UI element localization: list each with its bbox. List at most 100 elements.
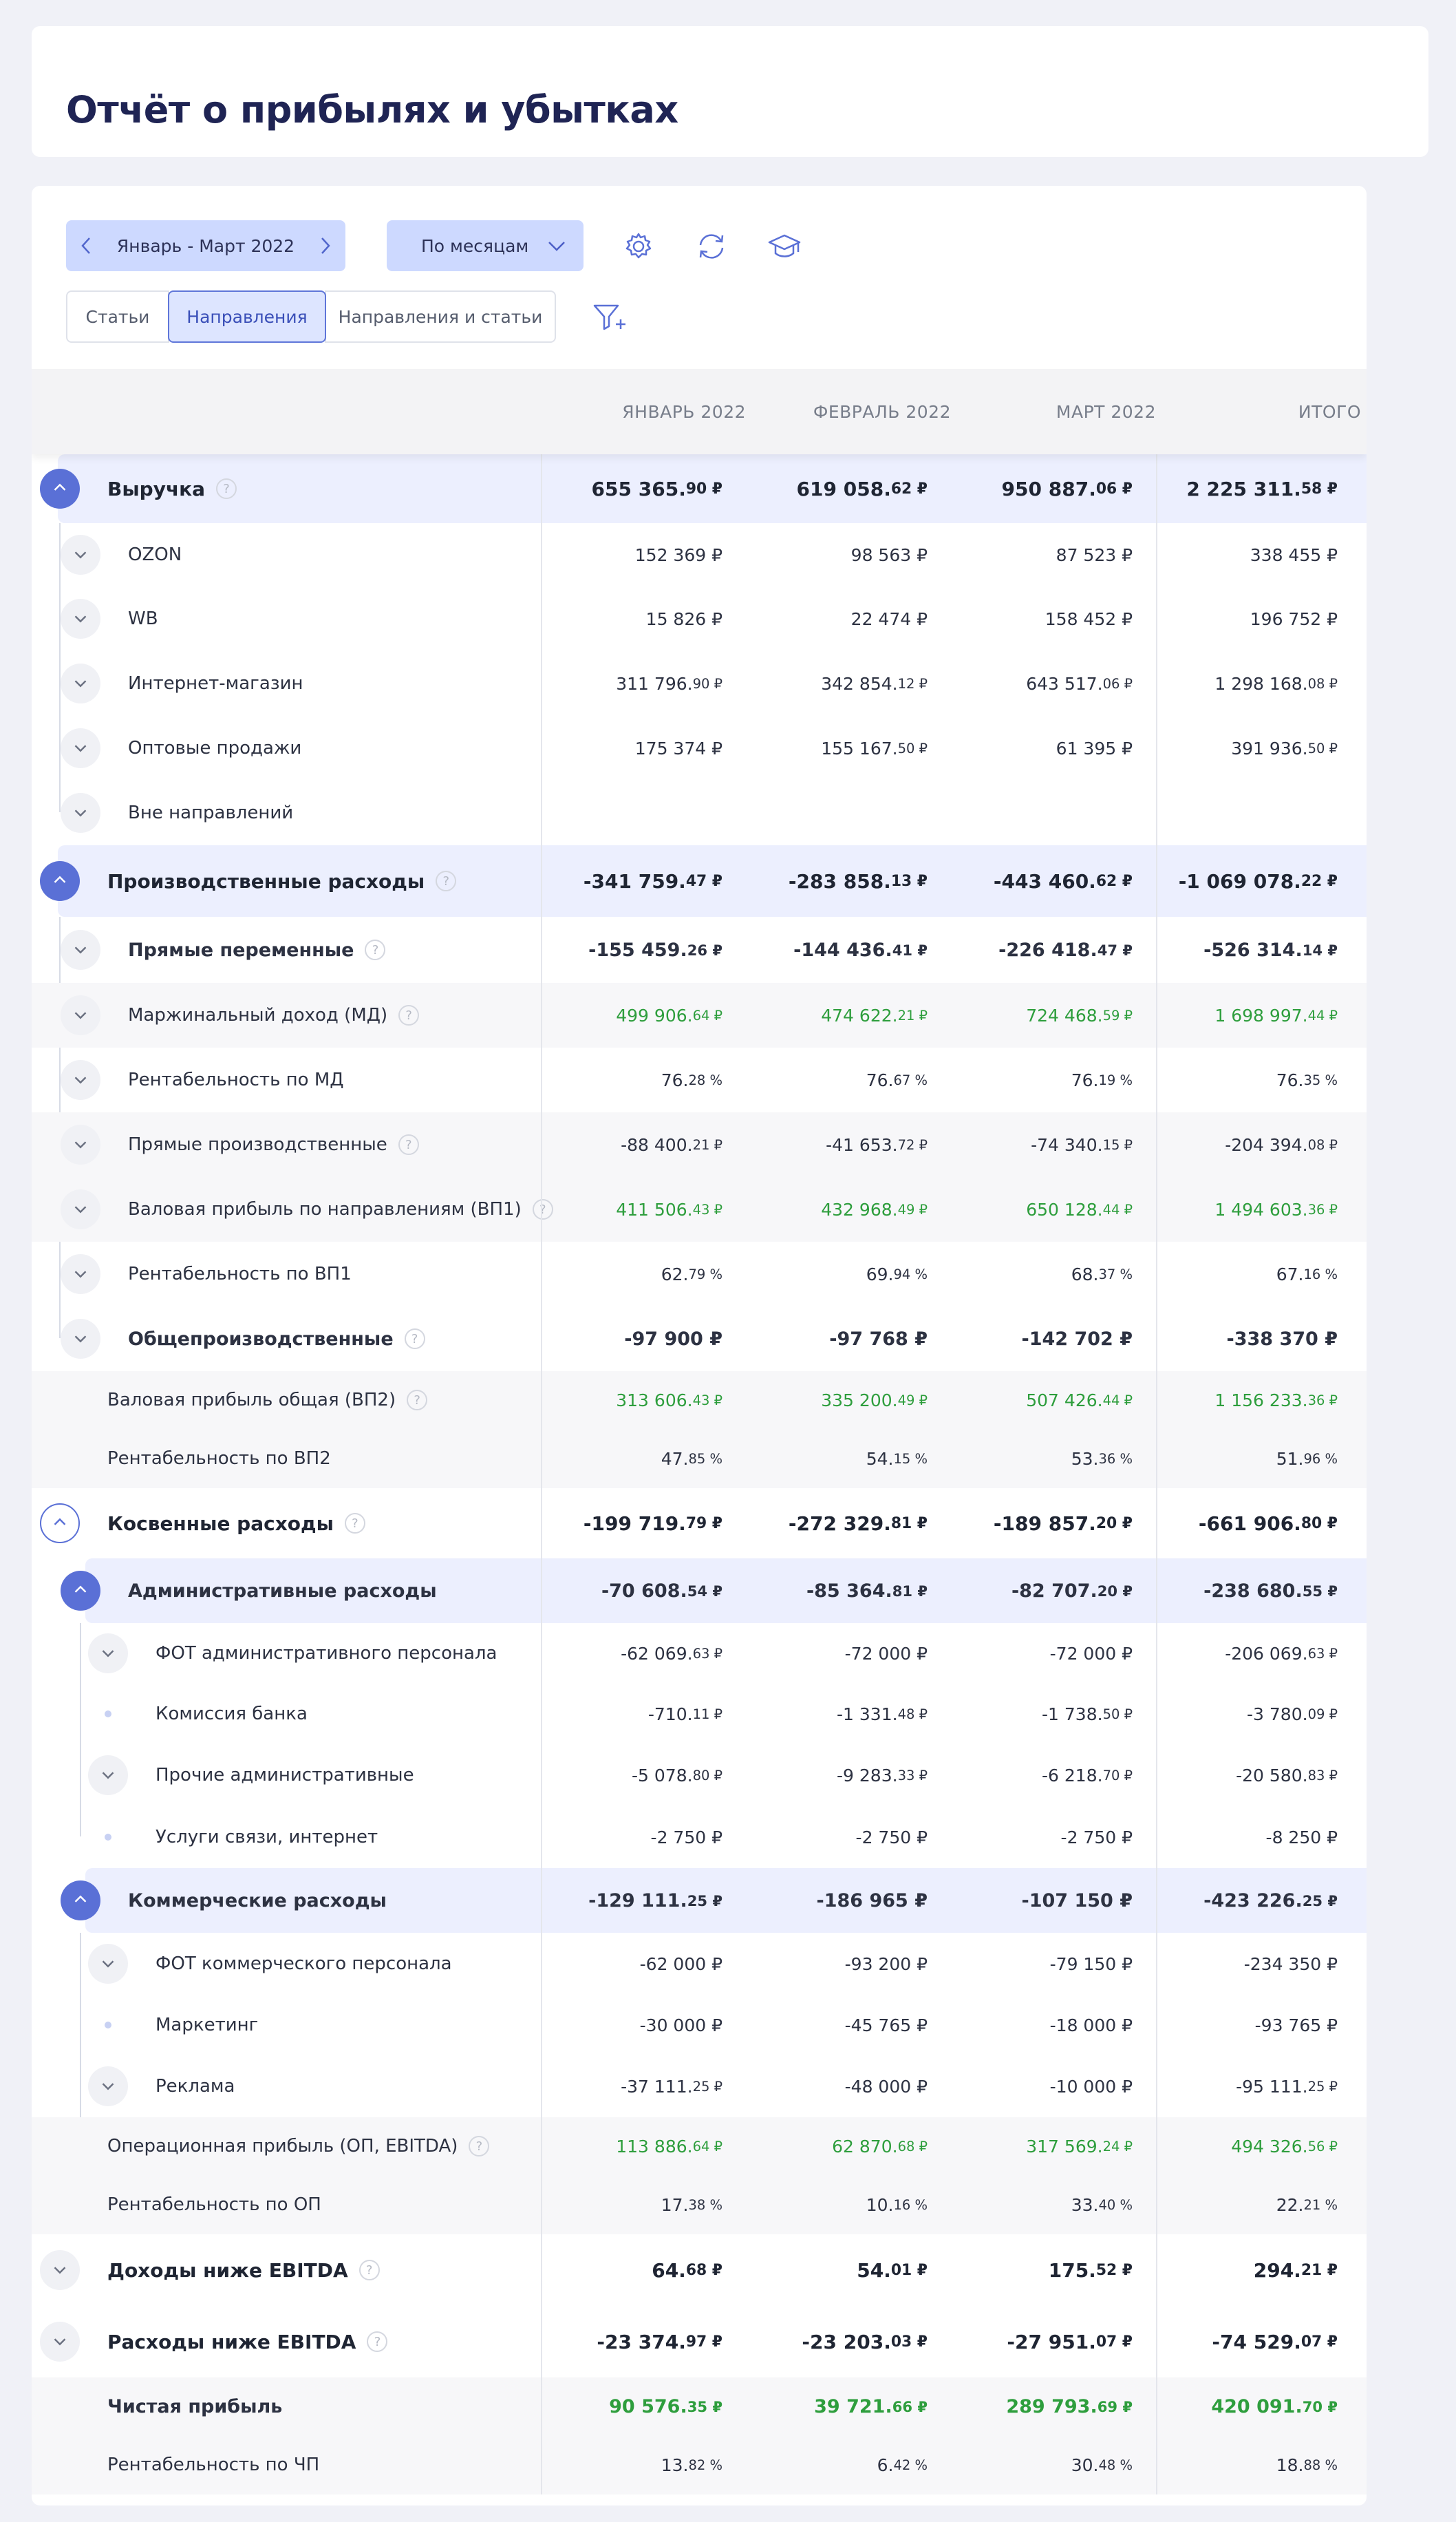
column-header-total[interactable]: ИТОГО (1156, 369, 1361, 454)
period-selector[interactable]: Январь - Март 2022 (66, 220, 345, 271)
value-integer: -443 460. (993, 869, 1096, 893)
table-row[interactable]: Валовая прибыль общая (ВП2)? 313 606. 43 ₽… (32, 1371, 1367, 1429)
value-integer: 69. (866, 1264, 894, 1284)
value-integer: 15 826 ₽ (645, 608, 722, 629)
table-row[interactable]: Комиссия банка -710. 11 ₽ -1 331. 48 ₽ -1 738… (32, 1684, 1367, 1744)
value-integer: 54. (866, 1448, 894, 1469)
help-icon[interactable]: ? (469, 2136, 490, 2157)
expand-toggle-icon[interactable] (88, 1633, 128, 1673)
table-row[interactable]: Расходы ниже EBITDA? -23 374. 97 ₽ -23 203.… (32, 2306, 1367, 2377)
row-label-text: Выручка (107, 477, 206, 500)
column-header-feb[interactable]: ФЕВРАЛЬ 2022 (746, 369, 951, 454)
collapse-toggle-icon[interactable] (61, 1880, 100, 1920)
graduation-cap-icon[interactable] (764, 226, 805, 267)
collapse-toggle-icon[interactable] (61, 1571, 100, 1611)
expand-toggle-icon[interactable] (61, 664, 100, 703)
value-fraction: 64 ₽ (692, 2138, 722, 2154)
help-icon[interactable]: ? (216, 478, 237, 499)
expand-toggle-icon[interactable] (88, 1944, 128, 1984)
value-cell: 76. 19 % (951, 1048, 1133, 1112)
table-row[interactable]: Прямые переменные? -155 459. 26 ₽ -144 436.… (32, 917, 1367, 983)
table-row[interactable]: Административные расходы -70 608. 54 ₽ -85 … (32, 1558, 1367, 1623)
help-icon[interactable]: ? (398, 1005, 420, 1026)
table-row[interactable]: Вне направлений (32, 781, 1367, 845)
table-row[interactable]: Прямые производственные? -88 400. 21 ₽ -41 … (32, 1112, 1367, 1177)
row-label: Рентабельность по ВП1 (128, 1242, 352, 1306)
table-row[interactable]: Валовая прибыль по направлениям (ВП1)? 41… (32, 1177, 1367, 1242)
row-label: Чистая прибыль (107, 2377, 282, 2435)
expand-toggle-icon[interactable] (88, 1755, 128, 1795)
expand-toggle-icon[interactable] (40, 2322, 80, 2362)
help-icon[interactable]: ? (398, 1134, 419, 1155)
table-row[interactable]: Коммерческие расходы -129 111. 25 ₽ -186 96… (32, 1868, 1367, 1933)
table-row[interactable]: Выручка? 655 365. 90 ₽ 619 058. 62 ₽ 950 887.… (32, 454, 1367, 523)
tab-directions-and-items[interactable]: Направления и статьи (325, 290, 556, 343)
table-row[interactable]: ФОТ административного персонала -62 069. 6… (32, 1623, 1367, 1684)
column-header-mar[interactable]: МАРТ 2022 (951, 369, 1156, 454)
table-row[interactable]: Услуги связи, интернет -2 750 ₽ -2 750 ₽ -2… (32, 1806, 1367, 1868)
table-row[interactable]: Доходы ниже EBITDA? 64. 68 ₽ 54. 01 ₽ 175. 52 … (32, 2234, 1367, 2306)
expand-toggle-icon[interactable] (61, 995, 100, 1035)
tab-directions[interactable]: Направления (168, 290, 326, 343)
table-row[interactable]: Прочие административные -5 078. 80 ₽ -9 283… (32, 1744, 1367, 1806)
table-row[interactable]: Рентабельность по ОП 17. 38 % 10. 16 % 33. 40 … (32, 2175, 1367, 2234)
expand-toggle-icon[interactable] (61, 930, 100, 970)
value-cell: -199 719. 79 ₽ (541, 1488, 722, 1558)
table-row[interactable]: Рентабельность по ВП2 47. 85 % 54. 15 % 53. 36… (32, 1429, 1367, 1488)
table-row[interactable]: Рентабельность по ВП1 62. 79 % 69. 94 % 68. 37… (32, 1242, 1367, 1306)
table-row[interactable]: OZON 152 369 ₽ 98 563 ₽ 87 523 ₽ 338 455 ₽ (32, 523, 1367, 586)
table-row[interactable]: Общепроизводственные? -97 900 ₽ -97 768 ₽ -… (32, 1306, 1367, 1371)
row-label-text: Коммерческие расходы (128, 1889, 387, 1911)
expand-toggle-icon[interactable] (61, 728, 100, 768)
expand-toggle-icon[interactable] (61, 1319, 100, 1359)
refresh-icon[interactable] (691, 226, 732, 267)
group-by-select[interactable]: По месяцам (387, 220, 584, 271)
expand-toggle-icon[interactable] (40, 2250, 80, 2290)
value-integer: 155 167. (821, 738, 898, 759)
expand-toggle-icon[interactable] (61, 599, 100, 639)
help-icon[interactable]: ? (358, 2260, 380, 2280)
column-header-jan[interactable]: ЯНВАРЬ 2022 (541, 369, 746, 454)
table-row[interactable]: Операционная прибыль (ОП, EBITDA)? 113 88… (32, 2117, 1367, 2175)
table-row[interactable]: Оптовые продажи 175 374 ₽155 167. 50 ₽61 3… (32, 716, 1367, 781)
value-integer: -48 000 ₽ (844, 2076, 928, 2097)
expand-toggle-icon[interactable] (61, 1189, 100, 1229)
value-fraction: 96 % (1303, 1450, 1338, 1467)
filter-plus-icon[interactable] (590, 299, 632, 337)
value-fraction: 81 ₽ (892, 1582, 928, 1600)
expand-toggle-icon[interactable] (88, 2066, 128, 2106)
table-row[interactable]: Маркетинг -30 000 ₽ -45 765 ₽ -18 000 ₽ -93 … (32, 1995, 1367, 2055)
value-cell: 33. 40 % (951, 2175, 1133, 2234)
table-row[interactable]: ФОТ коммерческого персонала -62 000 ₽ -93 … (32, 1933, 1367, 1995)
table-row[interactable]: Рентабельность по ЧП 13. 82 % 6. 42 % 30. 48 %… (32, 2435, 1367, 2494)
help-icon[interactable]: ? (367, 2331, 388, 2352)
value-cell: -88 400. 21 ₽ (541, 1112, 722, 1177)
table-row[interactable]: Чистая прибыль 90 576. 35 ₽ 39 721. 66 ₽ 289 … (32, 2377, 1367, 2435)
help-icon[interactable]: ? (344, 1513, 365, 1534)
table-row[interactable]: Реклама -37 111. 25 ₽ -48 000 ₽ -10 000 ₽ -95… (32, 2055, 1367, 2117)
collapse-toggle-icon[interactable] (40, 861, 80, 901)
value-fraction: 07 ₽ (1095, 2333, 1133, 2351)
gear-icon[interactable] (618, 226, 659, 267)
table-row[interactable]: Маржинальный доход (МД)? 499 906. 64 ₽ 474 … (32, 983, 1367, 1048)
value-cell: -79 150 ₽ (951, 1933, 1133, 1995)
table-row[interactable]: WB 15 826 ₽ 22 474 ₽ 158 452 ₽ 196 752 ₽ (32, 586, 1367, 651)
expand-toggle-icon[interactable] (61, 1125, 100, 1165)
chevron-right-icon[interactable] (308, 220, 343, 271)
expand-toggle-icon[interactable] (61, 793, 100, 833)
expand-toggle-icon[interactable] (61, 535, 100, 575)
help-icon[interactable]: ? (436, 871, 457, 891)
table-row[interactable]: Интернет-магазин 311 796. 90 ₽ 342 854. 12 ₽… (32, 651, 1367, 716)
expand-toggle-icon[interactable] (61, 1254, 100, 1294)
help-icon[interactable]: ? (407, 1390, 428, 1410)
value-integer: 53. (1071, 1448, 1099, 1469)
expand-toggle-icon[interactable] (61, 1060, 100, 1100)
help-icon[interactable]: ? (404, 1328, 425, 1349)
table-row[interactable]: Косвенные расходы? -199 719. 79 ₽ -272 329.… (32, 1488, 1367, 1558)
collapse-toggle-icon[interactable] (40, 1503, 80, 1543)
table-row[interactable]: Производственные расходы? -341 759. 47 ₽ -2… (32, 845, 1367, 917)
collapse-toggle-icon[interactable] (40, 469, 80, 509)
table-row[interactable]: Рентабельность по МД 76. 28 % 76. 67 % 76. 19 … (32, 1048, 1367, 1112)
help-icon[interactable]: ? (365, 940, 386, 960)
tab-items[interactable]: Статьи (66, 290, 169, 343)
